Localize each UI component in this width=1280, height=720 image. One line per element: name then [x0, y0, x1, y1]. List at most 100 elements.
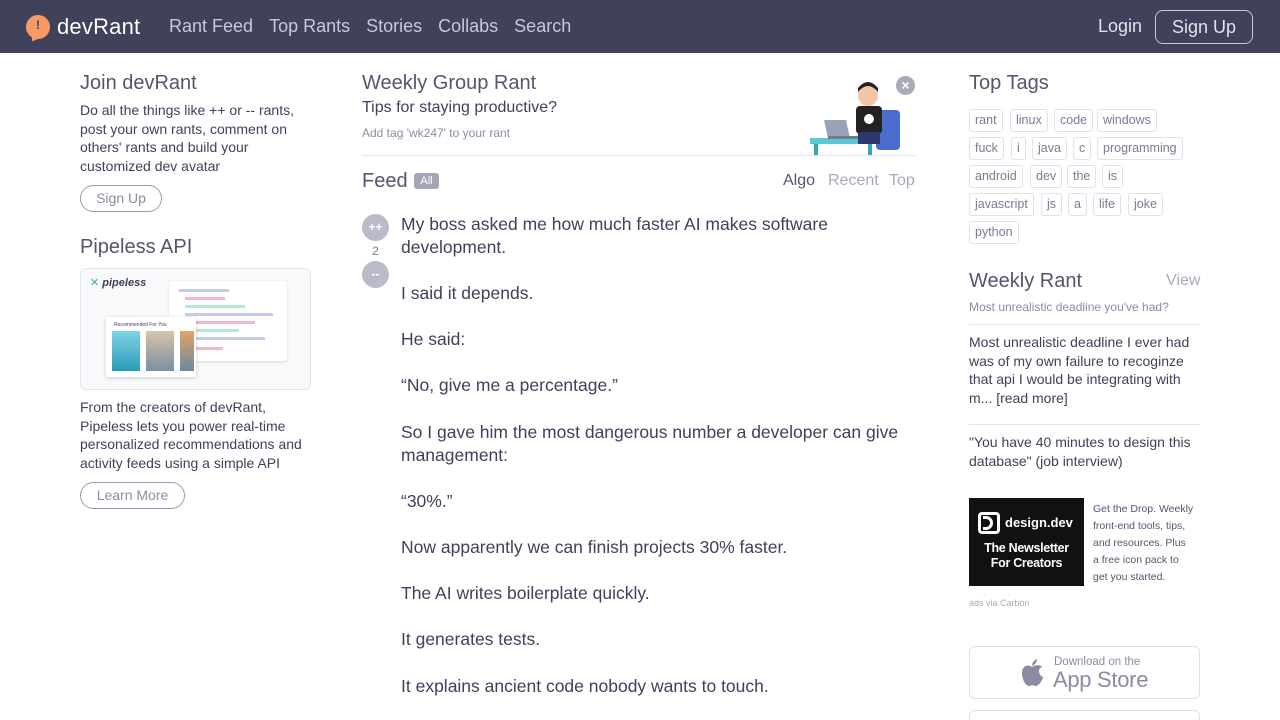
- tag-a[interactable]: a: [1068, 193, 1087, 216]
- join-text-line: Do all the things like ++ or -- rants,: [80, 102, 294, 118]
- tag-the[interactable]: the: [1067, 165, 1097, 188]
- top-navbar: ! devRant Rant Feed Top Rants Stories Co…: [0, 0, 1280, 53]
- tag-linux[interactable]: linux: [1010, 109, 1048, 132]
- google-play-badge[interactable]: [969, 710, 1200, 720]
- nav-top-rants[interactable]: Top Rants: [269, 16, 350, 37]
- pipeless-logo: ✕ pipeless: [90, 277, 147, 289]
- signup-button[interactable]: Sign Up: [1155, 10, 1253, 44]
- rant-text-line[interactable]: I said it depends.: [401, 282, 901, 305]
- tag-rant[interactable]: rant: [969, 109, 1003, 132]
- pipeless-text-line: personalized recommendations and: [80, 436, 302, 452]
- join-text-line: customized dev avatar: [80, 157, 221, 174]
- rant-text-line[interactable]: The AI writes boilerplate quickly.: [401, 582, 901, 605]
- ad-text-line: get you started.: [1093, 571, 1166, 583]
- pipeless-title: Pipeless API: [80, 236, 193, 258]
- tag-joke[interactable]: joke: [1128, 193, 1163, 216]
- tag-fuck[interactable]: fuck: [969, 137, 1004, 160]
- rant-text-line[interactable]: Now apparently we can finish projects 30…: [401, 536, 901, 559]
- rant-text-line[interactable]: development.: [401, 236, 901, 259]
- downvote-button[interactable]: --: [362, 261, 389, 288]
- tag-python[interactable]: python: [969, 221, 1019, 244]
- join-description: Do all the things like ++ or -- rants, p…: [80, 101, 320, 175]
- sort-recent[interactable]: Recent: [828, 172, 879, 190]
- ad-text-line: a free icon pack to: [1093, 554, 1179, 566]
- post-text-line: that api I would be integrating with: [969, 371, 1181, 387]
- feed-title: Feed: [362, 170, 408, 192]
- tag-i[interactable]: i: [1011, 137, 1026, 160]
- rant-text-line[interactable]: “30%.”: [401, 490, 901, 513]
- weekly-group-tag-hint: Add tag 'wk247' to your rant: [362, 126, 511, 140]
- join-signup-button[interactable]: Sign Up: [80, 185, 162, 212]
- pipeless-description: From the creators of devRant, Pipeless l…: [80, 398, 320, 472]
- divider: [969, 324, 1200, 325]
- rant-text-line[interactable]: My boss asked me how much faster AI make…: [401, 213, 901, 236]
- join-text-line: post your own rants, comment on: [80, 120, 287, 137]
- carbon-ad-image[interactable]: design.dev The Newsletter For Creators: [969, 498, 1084, 586]
- rant-text-line[interactable]: He said:: [401, 328, 901, 351]
- tag-javascript[interactable]: javascript: [969, 193, 1034, 216]
- sort-algo[interactable]: Algo: [783, 172, 815, 190]
- ad-text[interactable]: Get the Drop. Weekly front-end tools, ti…: [1093, 501, 1193, 586]
- devrant-logo[interactable]: ! devRant: [26, 12, 140, 42]
- post-text-line: Most unrealistic deadline I ever had: [969, 334, 1190, 350]
- pipeless-text-line: activity feeds using a simple API: [80, 454, 280, 471]
- learn-more-button[interactable]: Learn More: [80, 482, 185, 509]
- weekly-group-title: Weekly Group Rant: [362, 72, 537, 94]
- top-tags-title: Top Tags: [969, 72, 1049, 94]
- main-nav: Rant Feed Top Rants Stories Collabs Sear…: [169, 16, 587, 37]
- post-text-line: "You have 40 minutes to design this: [969, 434, 1191, 450]
- tag-java[interactable]: java: [1032, 137, 1067, 160]
- pipeless-text-line: From the creators of devRant,: [80, 399, 266, 415]
- nav-rant-feed[interactable]: Rant Feed: [169, 16, 253, 37]
- recommended-panel: Recommended For You: [106, 317, 196, 377]
- rant-text-line[interactable]: So I gave him the most dangerous number …: [401, 421, 901, 444]
- weekly-rant-post[interactable]: "You have 40 minutes to design this data…: [969, 433, 1200, 470]
- tag-windows[interactable]: windows: [1097, 109, 1157, 132]
- devrant-logo-icon: !: [26, 15, 50, 39]
- ad-text-line: Get the Drop. Weekly: [1093, 503, 1194, 515]
- ad-brand: design.dev: [1005, 515, 1073, 530]
- login-link[interactable]: Login: [1098, 16, 1142, 37]
- app-store-badge[interactable]: Download on the App Store: [969, 646, 1200, 699]
- join-title: Join devRant: [80, 72, 197, 94]
- tag-android[interactable]: android: [969, 165, 1023, 188]
- tag-code[interactable]: code: [1054, 109, 1094, 132]
- weekly-group-subtitle: Tips for staying productive?: [362, 99, 558, 116]
- appstore-big-text: App Store: [1053, 667, 1149, 692]
- weekly-rant-post[interactable]: Most unrealistic deadline I ever had was…: [969, 333, 1200, 407]
- nav-search[interactable]: Search: [514, 16, 571, 37]
- rant-text-line[interactable]: It explains ancient code nobody wants to…: [401, 675, 901, 698]
- ad-via-carbon[interactable]: ads via Carbon: [969, 598, 1030, 608]
- divider: [969, 424, 1200, 425]
- rant-score: 2: [372, 244, 379, 258]
- tag-programming[interactable]: programming: [1097, 137, 1183, 160]
- nav-collabs[interactable]: Collabs: [438, 16, 498, 37]
- pipeless-preview-image[interactable]: ✕ pipeless Recommended For You: [80, 268, 311, 390]
- ad-text-line: front-end tools, tips,: [1093, 520, 1186, 532]
- weekly-rant-question[interactable]: Most unrealistic deadline you've had?: [969, 300, 1169, 314]
- pipeless-logo-icon: ✕: [90, 277, 103, 289]
- post-text-line: was of my own failure to recoginze: [969, 352, 1184, 369]
- close-icon[interactable]: ×: [896, 76, 915, 95]
- ad-headline: For Creators: [990, 556, 1063, 570]
- tag-life[interactable]: life: [1093, 193, 1121, 216]
- upvote-button[interactable]: ++: [362, 214, 389, 241]
- rant-text-line[interactable]: “No, give me a percentage.”: [401, 374, 901, 397]
- weekly-rant-view-link[interactable]: View: [1166, 272, 1200, 290]
- tag-is[interactable]: is: [1102, 165, 1124, 188]
- developer-illustration: [810, 82, 900, 156]
- sort-top[interactable]: Top: [889, 172, 915, 190]
- ad-headline: The Newsletter: [984, 541, 1069, 555]
- nav-stories[interactable]: Stories: [366, 16, 422, 37]
- tag-dev[interactable]: dev: [1030, 165, 1063, 188]
- rant-text-line[interactable]: It generates tests.: [401, 628, 901, 651]
- tag-js[interactable]: js: [1041, 193, 1063, 216]
- post-text-line: m... [read more]: [969, 389, 1068, 406]
- rant-text-line[interactable]: management:: [401, 444, 901, 467]
- apple-icon: [1022, 659, 1043, 686]
- feed-filter-badge[interactable]: All: [414, 173, 439, 189]
- tag-c[interactable]: c: [1073, 137, 1092, 160]
- pipeless-text-line: Pipeless lets you power real-time: [80, 417, 286, 434]
- logo-text: devRant: [57, 14, 141, 39]
- post-text-line: database" (job interview): [969, 452, 1123, 469]
